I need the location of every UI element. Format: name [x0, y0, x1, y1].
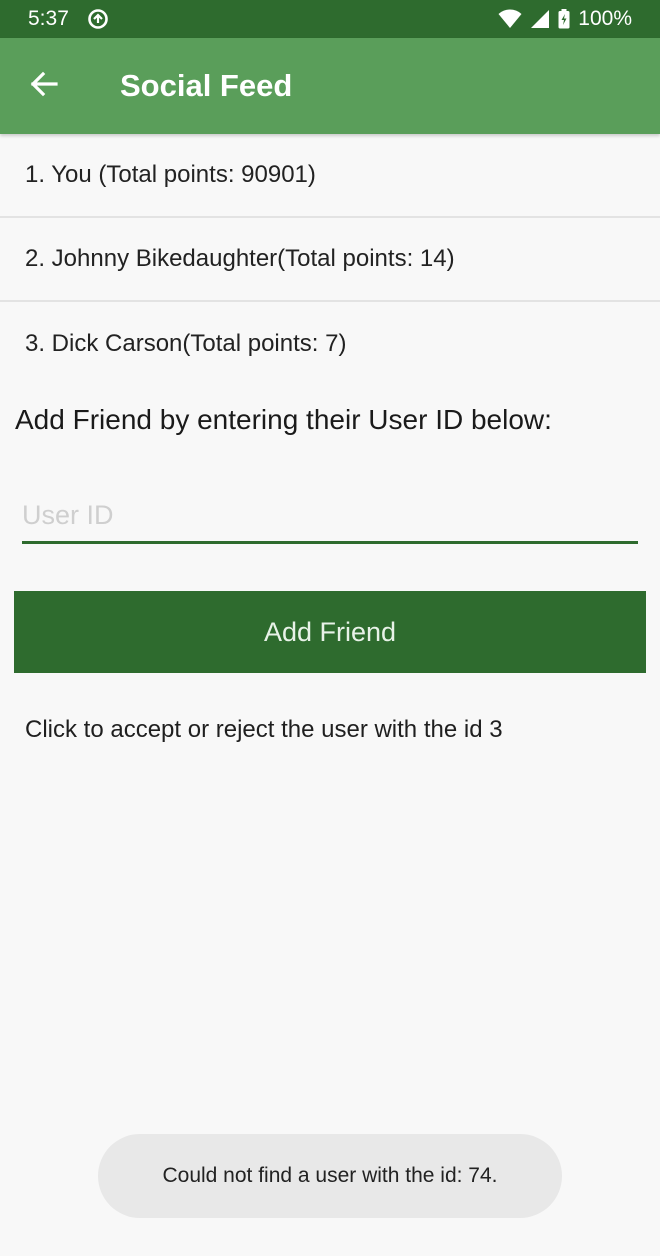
status-bar: 5:37 100% — [0, 0, 660, 38]
list-item[interactable]: 3. Dick Carson(Total points: 7) — [0, 302, 660, 386]
status-right: 100% — [498, 7, 632, 31]
toast-text: Could not find a user with the id: 74. — [162, 1164, 498, 1187]
user-id-field — [22, 490, 638, 544]
back-button[interactable] — [14, 56, 74, 116]
list-item-label: 1. You (Total points: 90901) — [25, 161, 316, 188]
list-item-label: 2. Johnny Bikedaughter(Total points: 14) — [25, 245, 455, 272]
wifi-icon — [498, 9, 522, 29]
page-title: Social Feed — [120, 68, 293, 103]
pending-request-text[interactable]: Click to accept or reject the user with … — [25, 716, 503, 744]
arrow-back-icon — [29, 69, 59, 104]
toast-message: Could not find a user with the id: 74. — [98, 1134, 562, 1218]
status-time: 5:37 — [28, 7, 69, 30]
status-left: 5:37 — [28, 7, 109, 31]
list-item[interactable]: 1. You (Total points: 90901) — [0, 134, 660, 218]
app-bar: Social Feed — [0, 38, 660, 134]
signal-icon — [530, 9, 550, 29]
leaderboard-list: 1. You (Total points: 90901) 2. Johnny B… — [0, 134, 660, 386]
add-friend-button[interactable]: Add Friend — [14, 591, 646, 673]
add-friend-button-label: Add Friend — [263, 616, 397, 647]
list-item-label: 3. Dick Carson(Total points: 7) — [25, 330, 347, 357]
battery-icon — [558, 9, 570, 29]
data-saver-icon — [87, 8, 109, 30]
user-id-input[interactable] — [22, 490, 638, 541]
battery-percent: 100% — [578, 7, 632, 30]
list-item[interactable]: 2. Johnny Bikedaughter(Total points: 14) — [0, 218, 660, 302]
add-friend-instructions: Add Friend by entering their User ID bel… — [15, 404, 552, 435]
